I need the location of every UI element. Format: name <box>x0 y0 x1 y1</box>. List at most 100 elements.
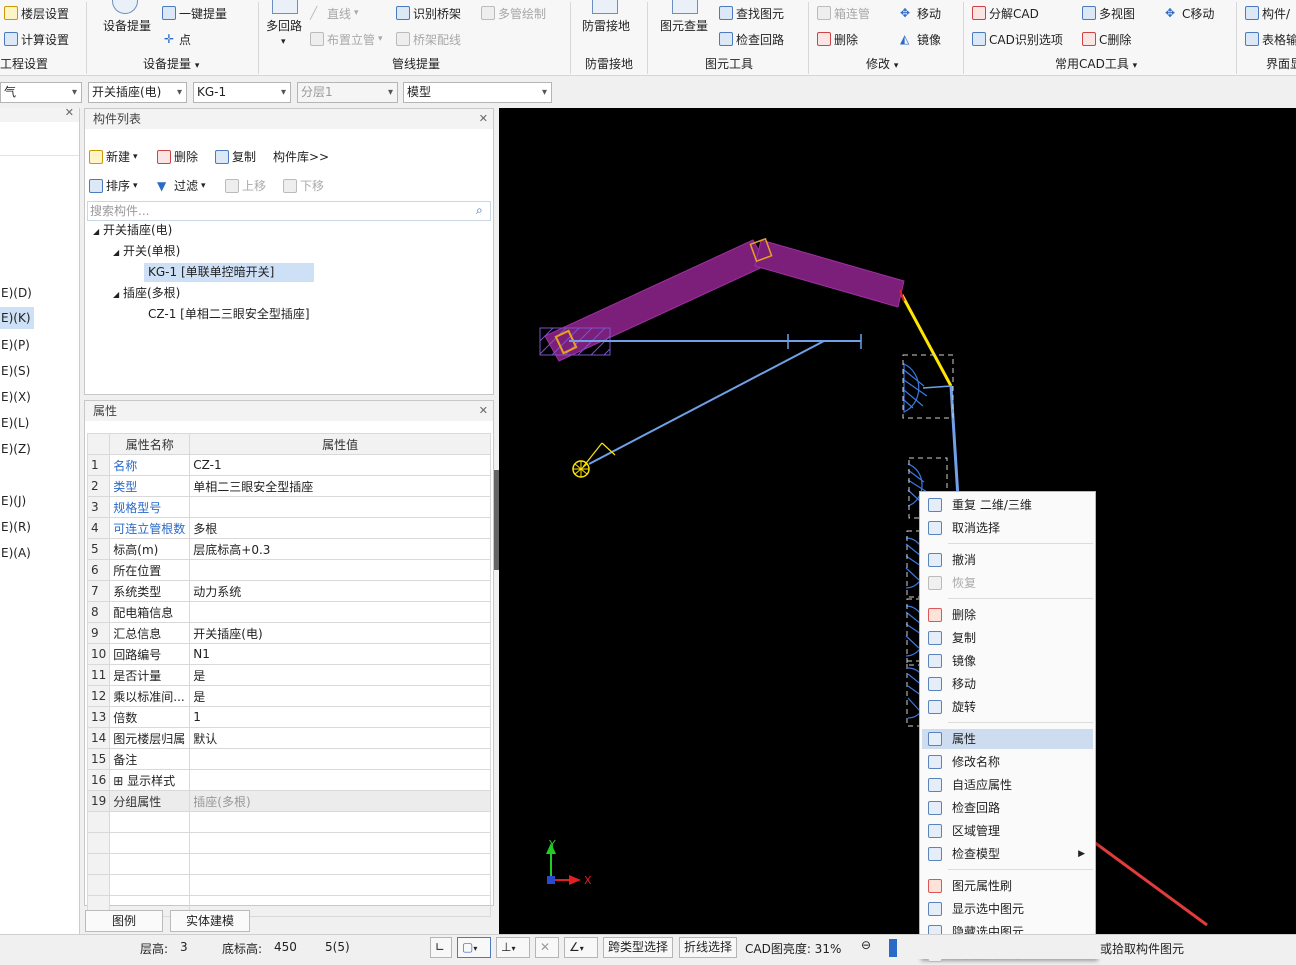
menu-item-check-circuit[interactable]: 检查回路 <box>922 798 1093 818</box>
table-input-button[interactable]: 表格输 <box>1245 29 1296 49</box>
new-button[interactable]: 新建 ▾ <box>89 148 138 165</box>
multi-pipe-button[interactable]: 多管绘制 <box>481 3 546 23</box>
property-value[interactable] <box>189 496 491 518</box>
table-row[interactable]: 10 回路编号 N1 <box>86 643 491 665</box>
property-value[interactable]: 动力系统 <box>189 580 491 602</box>
menu-item-cancel-select[interactable]: 取消选择 <box>922 518 1093 538</box>
delete-component-button[interactable]: 删除 <box>157 148 198 165</box>
nav-item[interactable]: E)(X) <box>0 386 31 408</box>
chevron-down-icon[interactable]: ▾ <box>281 32 286 52</box>
property-value[interactable]: 层底标高+0.3 <box>189 538 491 560</box>
riser-button[interactable]: 布置立管 ▾ <box>310 29 383 49</box>
menu-item-move[interactable]: 移动 <box>922 674 1093 694</box>
close-icon[interactable]: ✕ <box>65 106 74 119</box>
menu-item-repeat[interactable]: 重复 二维/三维 <box>922 495 1093 515</box>
nav-item[interactable]: E)(L) <box>0 412 29 434</box>
calc-settings-button[interactable]: 计算设置 <box>4 29 69 49</box>
nav-item[interactable]: E)(P) <box>0 334 30 356</box>
recognize-tray-button[interactable]: 识别桥架 <box>396 3 461 23</box>
nav-item-selected[interactable]: E)(K) <box>0 307 34 329</box>
menu-item-copy[interactable]: 复制 <box>922 628 1093 648</box>
table-row[interactable]: 11 是否计量是 <box>86 664 491 686</box>
property-value[interactable] <box>189 769 491 791</box>
property-value[interactable]: 1 <box>189 706 491 728</box>
move-button[interactable]: ✥ 移动 <box>900 3 941 23</box>
property-value[interactable]: 插座(多根) <box>189 790 491 812</box>
check-circuit-button[interactable]: 检查回路 <box>719 29 784 49</box>
table-row[interactable]: 4 可连立管根数 多根 <box>86 517 491 539</box>
c-delete-button[interactable]: C删除 <box>1082 29 1131 49</box>
menu-item-property-brush[interactable]: 图元属性刷 <box>922 876 1093 896</box>
table-row[interactable]: 13 倍数 1 <box>86 706 491 728</box>
property-value[interactable] <box>189 601 491 623</box>
table-row[interactable]: 19 分组属性 插座(多根) <box>86 790 491 812</box>
one-key-takeoff-button[interactable]: 一键提量 <box>162 3 227 23</box>
point-button[interactable]: ✛ 点 <box>162 29 191 49</box>
select-mode-dropdown[interactable]: ▢▾ <box>457 937 491 958</box>
property-value[interactable]: 多根 <box>189 517 491 539</box>
cross-toggle[interactable]: ✕ <box>535 937 559 958</box>
property-value[interactable]: 是 <box>189 685 491 707</box>
menu-item-properties[interactable]: 属性 <box>922 729 1093 749</box>
line-button[interactable]: ╱ 直线 ▾ <box>310 3 359 23</box>
nav-item[interactable]: E)(D) <box>0 282 32 304</box>
table-row[interactable]: 8 配电箱信息 <box>86 601 491 623</box>
move-up-button[interactable]: 上移 <box>225 177 266 194</box>
find-element-button[interactable]: 查找图元 <box>719 3 784 23</box>
library-button[interactable]: 构件库>> <box>273 148 329 165</box>
nav-item[interactable]: E)(J) <box>0 490 26 512</box>
nav-item[interactable]: E)(R) <box>0 516 31 538</box>
property-value[interactable]: 开关插座(电) <box>189 622 491 644</box>
brightness-slider[interactable] <box>889 939 897 957</box>
wire[interactable] <box>949 385 960 499</box>
property-value[interactable]: 单相二三眼安全型插座 <box>189 475 491 497</box>
table-row[interactable]: 14 图元楼层归属 默认 <box>86 727 491 749</box>
menu-item-delete[interactable]: 删除 <box>922 605 1093 625</box>
delete-button[interactable]: 删除 <box>817 29 858 49</box>
table-row[interactable]: 15 备注 <box>86 748 491 770</box>
table-row[interactable]: 16 ⊞ 显示样式 <box>86 769 491 791</box>
group-modify[interactable]: 修改 ▾ <box>866 55 898 72</box>
property-value[interactable] <box>189 559 491 581</box>
property-value[interactable]: N1 <box>189 643 491 665</box>
filter-button[interactable]: ▼ 过滤 ▾ <box>157 177 206 194</box>
component-button[interactable]: 构件/ <box>1245 3 1290 23</box>
drawing-canvas[interactable]: Y X <box>499 108 1296 934</box>
menu-item-mirror[interactable]: 镜像 <box>922 651 1093 671</box>
nav-item[interactable]: E)(A) <box>0 542 31 564</box>
table-row[interactable]: 9 汇总信息 开关插座(电) <box>86 622 491 644</box>
sort-button[interactable]: 排序 ▾ <box>89 177 138 194</box>
menu-item-show-selected[interactable]: 显示选中图元 <box>922 899 1093 919</box>
ortho-toggle[interactable]: ∟ <box>430 937 452 958</box>
mode-select[interactable]: 模型 <box>403 82 552 103</box>
property-value[interactable]: CZ-1 <box>189 454 491 476</box>
component-select[interactable]: KG-1 <box>193 82 291 103</box>
tray-segment[interactable] <box>544 239 768 362</box>
table-row[interactable]: 7 系统类型 动力系统 <box>86 580 491 602</box>
nav-item[interactable]: E)(S) <box>0 360 30 382</box>
close-icon[interactable]: ✕ <box>479 109 488 129</box>
mirror-button[interactable]: ◭ 镜像 <box>900 29 941 49</box>
move-down-button[interactable]: 下移 <box>283 177 324 194</box>
table-row[interactable]: 1 名称 CZ-1 <box>86 454 491 476</box>
minus-icon[interactable]: ⊖ <box>861 938 871 952</box>
property-value[interactable] <box>189 748 491 770</box>
cad-options-button[interactable]: CAD识别选项 <box>972 29 1063 49</box>
decompose-cad-button[interactable]: 分解CAD <box>972 3 1039 23</box>
tab-legend[interactable]: 图例 <box>85 910 163 932</box>
property-value[interactable]: 是 <box>189 664 491 686</box>
type-select[interactable]: 开关插座(电) <box>88 82 187 103</box>
box-connect-button[interactable]: 箱连管 <box>817 3 870 23</box>
wire[interactable] <box>588 340 825 465</box>
menu-item-adaptive-properties[interactable]: 自适应属性 <box>922 775 1093 795</box>
tray-segment[interactable] <box>754 239 905 308</box>
tree-node-switch[interactable]: ◢ 开关(单根) <box>113 242 180 261</box>
expand-icon[interactable]: ⊞ <box>113 774 127 788</box>
tree-node-socket[interactable]: ◢ 插座(多根) <box>113 284 180 303</box>
copy-button[interactable]: 复制 <box>215 148 256 165</box>
tree-node-root[interactable]: ◢ 开关插座(电) <box>93 221 172 240</box>
tree-item-kg1[interactable]: KG-1 [单联单控暗开关] <box>144 263 314 282</box>
cross-type-select-button[interactable]: 跨类型选择 <box>603 937 674 958</box>
menu-item-undo[interactable]: 撤消 <box>922 550 1093 570</box>
tab-solid-modeling[interactable]: 实体建模 <box>170 910 250 932</box>
